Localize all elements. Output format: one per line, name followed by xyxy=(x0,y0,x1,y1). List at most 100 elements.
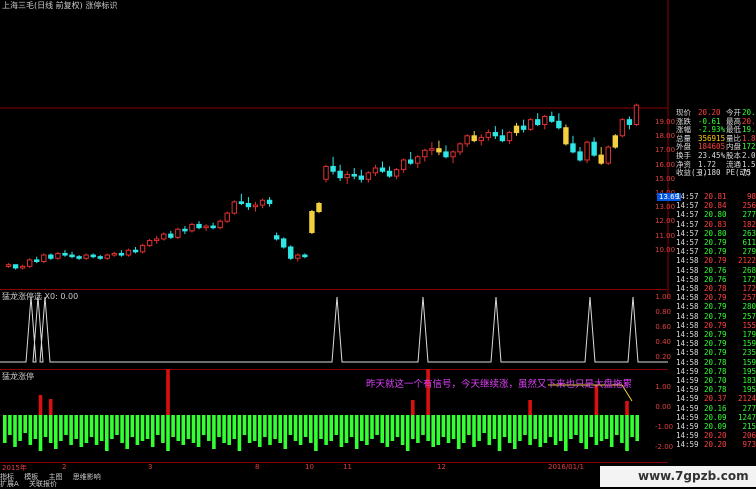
histogram-bar xyxy=(441,415,446,437)
histogram-bar xyxy=(380,415,384,443)
histogram-bar xyxy=(426,415,430,441)
histogram-bar xyxy=(533,415,537,439)
histogram-bar xyxy=(64,415,68,435)
candle xyxy=(323,165,329,180)
histogram-bar xyxy=(405,415,410,451)
histogram-bar xyxy=(528,415,532,445)
histogram-bar xyxy=(258,415,262,447)
status-expand[interactable]: 扩展A xyxy=(0,479,19,489)
histogram-bar xyxy=(615,415,619,435)
histogram-bar xyxy=(360,415,364,441)
histogram-bar xyxy=(548,415,553,437)
candle xyxy=(570,143,576,153)
histogram-bar xyxy=(207,415,211,441)
histogram-bar-signal xyxy=(166,369,170,415)
candle xyxy=(626,119,633,126)
histogram-bar xyxy=(584,415,588,449)
candle xyxy=(309,211,315,233)
candle xyxy=(415,156,421,164)
histogram-bar xyxy=(477,415,481,441)
candle xyxy=(429,148,435,151)
candle xyxy=(224,212,230,222)
candle xyxy=(288,246,294,259)
histogram-bar xyxy=(385,415,390,447)
date-label: 8 xyxy=(255,463,260,471)
status-report[interactable]: 关联报价 xyxy=(29,479,57,489)
candle xyxy=(273,235,280,240)
annotation-text: 昨天就这一个有信号，今天继续涨，虽然又下来也只是大盘拖累 xyxy=(366,379,633,390)
candle xyxy=(168,233,174,238)
histogram-bar xyxy=(288,415,293,435)
histogram-bar xyxy=(94,415,99,445)
histogram-bar xyxy=(186,415,191,439)
histogram-bar xyxy=(293,415,298,441)
histogram-bar xyxy=(227,415,231,445)
candle xyxy=(605,146,611,164)
histogram-bar xyxy=(487,415,492,445)
candle xyxy=(62,252,68,256)
histogram-bar xyxy=(507,415,512,443)
histogram-bar xyxy=(620,415,624,443)
candle xyxy=(217,220,223,229)
histogram-bar xyxy=(497,415,502,451)
histogram-bar xyxy=(196,415,201,447)
candle xyxy=(97,256,103,259)
candle xyxy=(153,238,160,242)
date-label: 12 xyxy=(437,463,446,471)
histogram-bar xyxy=(472,415,476,447)
histogram-bar xyxy=(232,415,237,439)
candle xyxy=(295,254,301,259)
histogram-bar xyxy=(574,415,578,435)
histogram-bar xyxy=(18,415,22,441)
histogram-bar xyxy=(176,415,180,441)
candle xyxy=(563,127,569,145)
candle xyxy=(316,202,322,213)
histogram-bar xyxy=(630,415,634,437)
kline-chart[interactable] xyxy=(0,0,670,298)
candle xyxy=(358,175,365,180)
candle xyxy=(351,173,357,177)
candle xyxy=(422,149,428,158)
candle xyxy=(182,228,188,232)
histogram-bar xyxy=(242,415,247,435)
histogram-bar xyxy=(569,415,573,439)
histogram-bar xyxy=(3,415,7,443)
histogram-bar xyxy=(365,415,369,445)
histogram-bar xyxy=(120,415,124,443)
histogram-bar xyxy=(482,415,486,433)
histogram-bar xyxy=(79,415,84,447)
histogram-bar xyxy=(156,415,160,435)
candle xyxy=(118,252,125,256)
candle xyxy=(111,252,118,256)
candle xyxy=(139,244,146,253)
candle xyxy=(407,159,414,164)
candle xyxy=(584,141,590,161)
histogram-bar xyxy=(564,415,568,451)
candle xyxy=(619,119,626,137)
histogram-bar xyxy=(43,415,48,437)
candle xyxy=(302,254,308,258)
histogram-bar xyxy=(8,415,12,435)
histogram-bar xyxy=(303,415,308,437)
candle xyxy=(146,240,153,246)
candle xyxy=(471,135,477,142)
candle xyxy=(231,201,238,214)
histogram-bar xyxy=(48,415,53,443)
candle xyxy=(125,249,132,256)
candle xyxy=(245,202,252,208)
histogram-bar xyxy=(84,415,89,443)
candle xyxy=(542,115,548,126)
histogram-bar xyxy=(334,415,339,435)
candle xyxy=(527,119,534,130)
status-bar: 扩展A 关联报价 xyxy=(0,479,668,489)
histogram-bar xyxy=(54,415,58,449)
candle xyxy=(612,135,619,148)
histogram-bar xyxy=(130,415,135,437)
candle xyxy=(393,169,400,177)
histogram-bar xyxy=(446,415,451,443)
candle xyxy=(478,136,484,142)
candle xyxy=(5,264,12,267)
candle xyxy=(132,249,139,253)
indicator-tabs: 指标 模板 主图 思维影响 xyxy=(0,472,668,481)
date-label: 11 xyxy=(343,463,352,471)
